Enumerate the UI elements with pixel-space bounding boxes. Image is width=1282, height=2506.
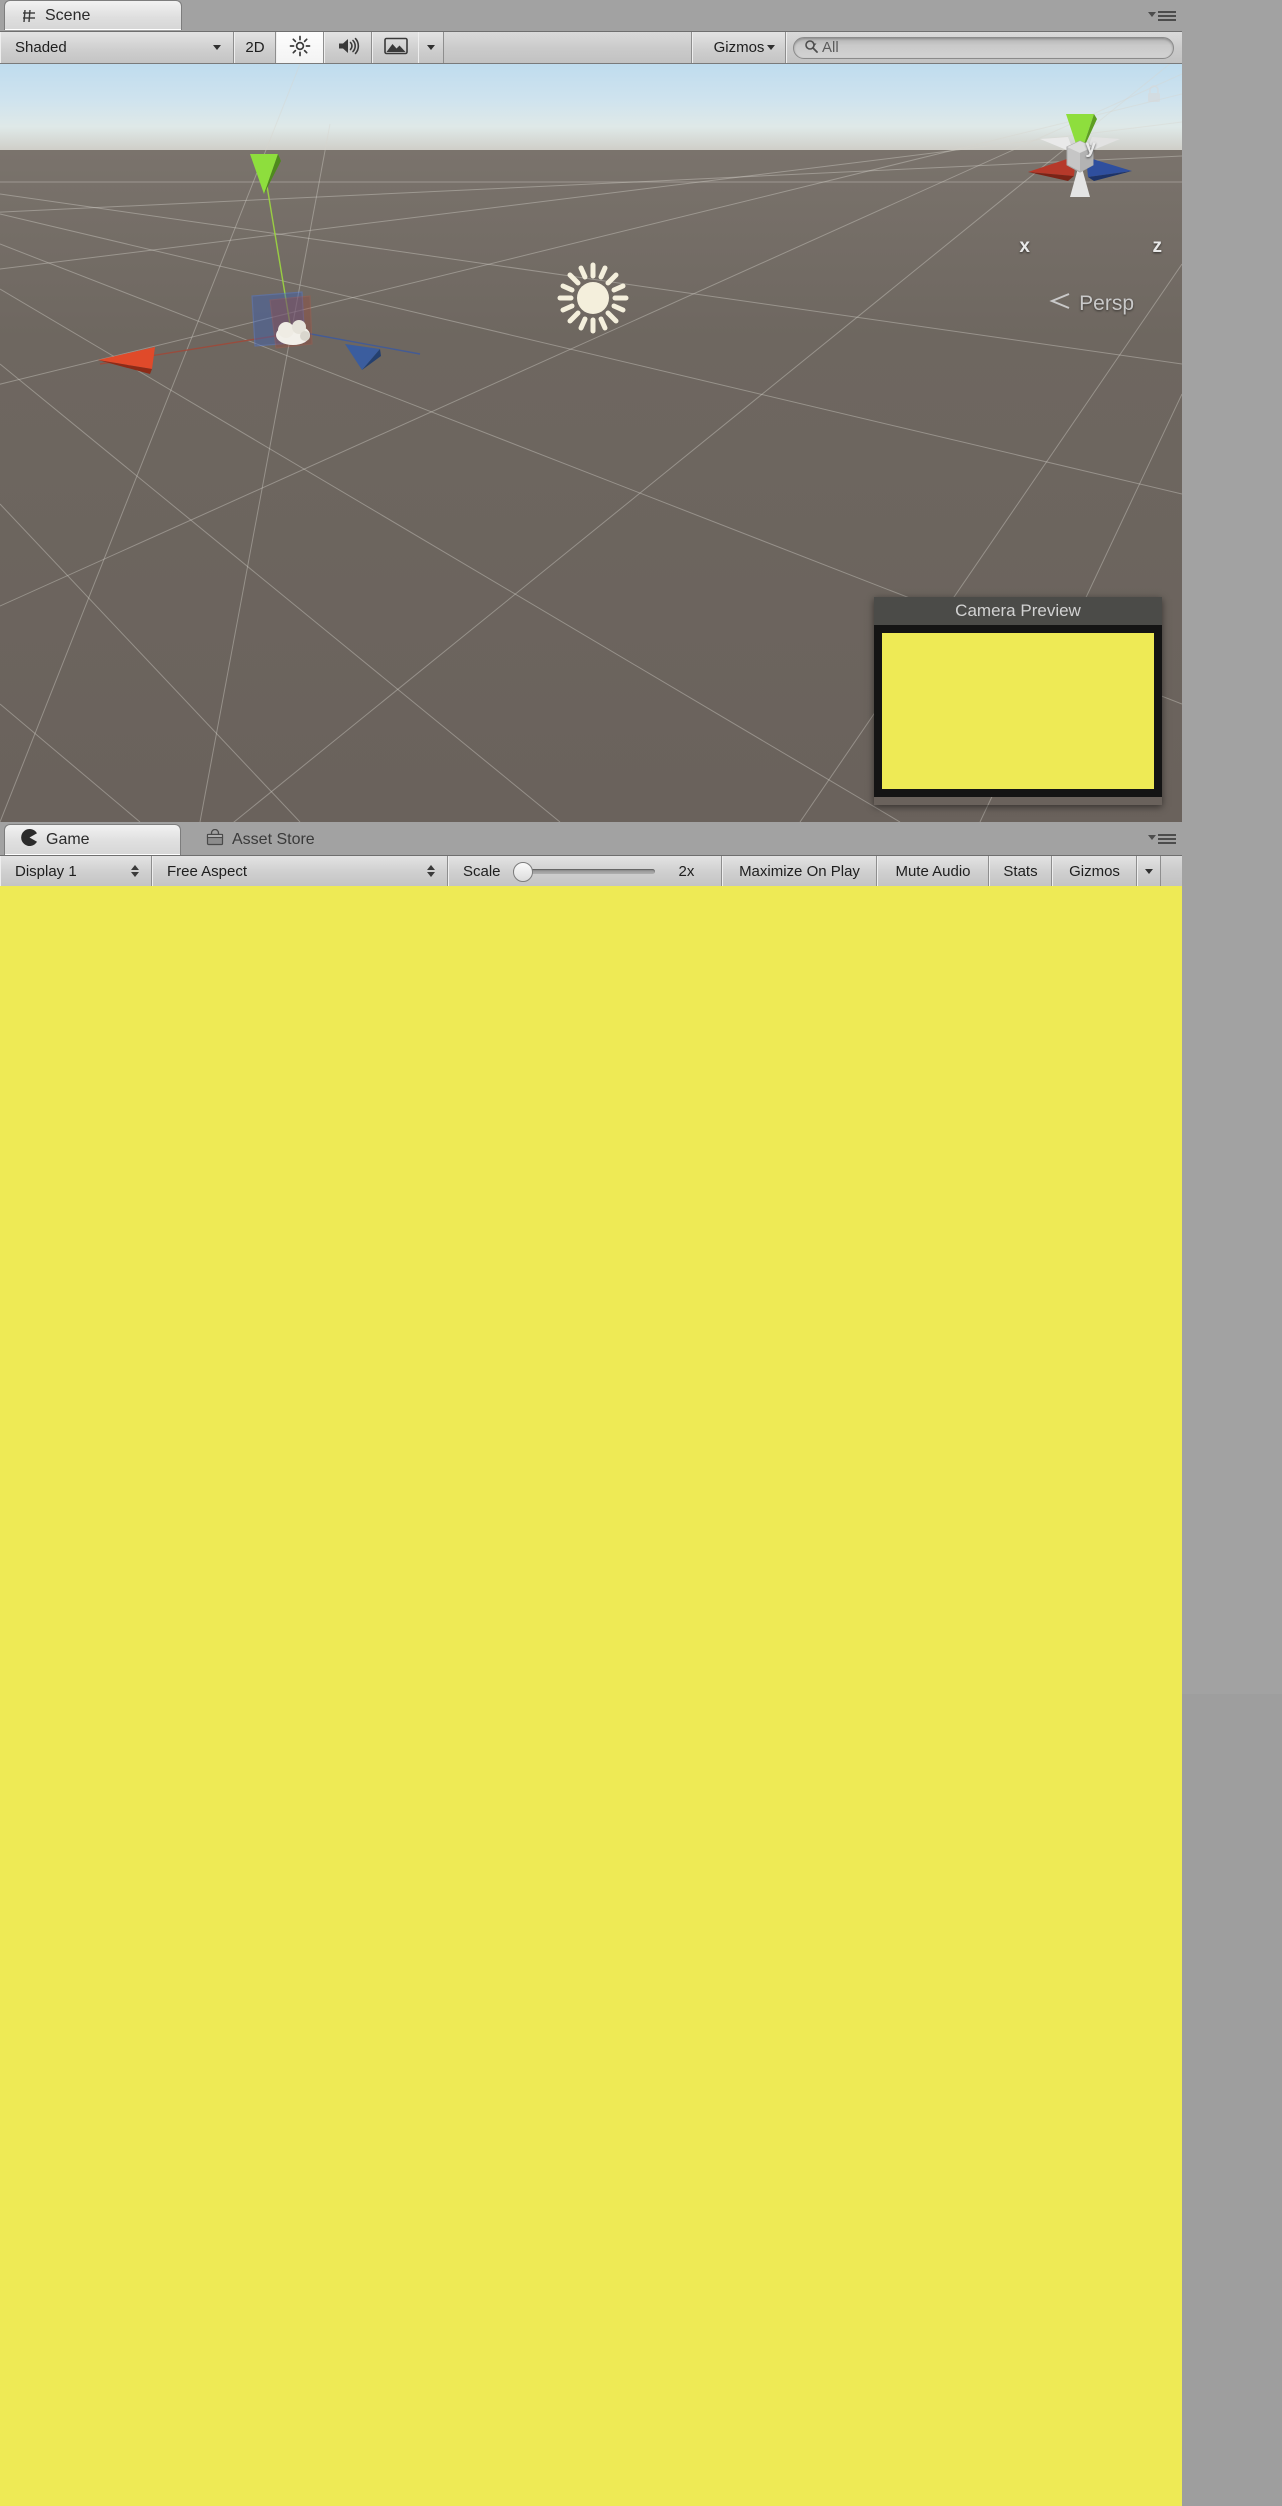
two-d-toggle-button[interactable]: 2D <box>234 32 276 63</box>
scene-orientation-gizmo[interactable] <box>1000 84 1170 234</box>
display-dropdown[interactable]: Display 1 <box>0 856 152 886</box>
scene-tabstrip: Scene <box>0 0 1182 32</box>
speaker-icon <box>336 36 360 60</box>
scale-label: Scale <box>463 862 501 880</box>
mute-audio-button[interactable]: Mute Audio <box>877 856 989 886</box>
camera-preview-title: Camera Preview <box>874 597 1162 625</box>
scene-toolbar: Shaded 2D Gizmos All <box>0 32 1182 64</box>
scene-viewport[interactable]: x y z Persp Camera Preview <box>0 64 1182 822</box>
game-panel-menu-button[interactable] <box>1148 832 1176 846</box>
scene-lighting-toggle[interactable] <box>276 32 324 63</box>
sun-light-icon <box>289 35 311 61</box>
game-viewport[interactable] <box>0 886 1182 2506</box>
tab-game[interactable]: Game <box>4 824 181 855</box>
projection-mode-label[interactable]: Persp <box>1049 292 1134 316</box>
unity-editor-window: Scene Shaded 2D Gizmos All x y z Persp C… <box>0 0 1282 2506</box>
scene-search-wrapper: All <box>786 32 1182 63</box>
scene-toolbar-spacer <box>444 32 692 63</box>
camera-preview-panel: Camera Preview <box>874 597 1162 805</box>
game-icon <box>21 829 38 851</box>
scale-slider[interactable] <box>512 861 655 882</box>
display-dropdown-label: Display 1 <box>15 862 77 880</box>
two-d-label: 2D <box>245 39 265 56</box>
scale-value: 2x <box>678 862 695 880</box>
asset-store-icon <box>206 828 224 851</box>
perspective-icon <box>1049 292 1071 316</box>
draw-mode-label: Shaded <box>15 39 67 56</box>
chevron-down-icon <box>1148 12 1156 17</box>
image-effects-icon <box>383 37 408 59</box>
lock-icon[interactable] <box>1146 84 1162 108</box>
search-icon <box>804 39 820 56</box>
scene-effects-toggle[interactable] <box>372 32 418 63</box>
chevron-down-icon <box>213 45 221 50</box>
scale-slider-group[interactable]: Scale 2x <box>448 856 722 886</box>
tab-scene[interactable]: Scene <box>4 0 182 30</box>
scene-search-placeholder: All <box>822 39 839 56</box>
game-gizmos-label: Gizmos <box>1069 862 1120 880</box>
aspect-dropdown[interactable]: Free Aspect <box>152 856 448 886</box>
updown-arrows-icon <box>130 865 139 877</box>
camera-preview-frame <box>874 625 1162 797</box>
tab-asset-store-label: Asset Store <box>232 830 315 848</box>
scale-slider-handle[interactable] <box>512 861 533 882</box>
game-gizmos-button[interactable]: Gizmos <box>1052 856 1137 886</box>
aspect-dropdown-label: Free Aspect <box>167 862 248 880</box>
scene-audio-toggle[interactable] <box>324 32 372 63</box>
chevron-down-icon <box>767 45 775 50</box>
game-tabstrip: Game Asset Store <box>0 822 1182 856</box>
projection-mode-text: Persp <box>1079 292 1134 315</box>
mute-audio-label: Mute Audio <box>895 862 971 880</box>
game-toolbar-spacer <box>1161 856 1182 886</box>
game-panel: Game Asset Store Display 1 Free Aspect S… <box>0 822 1182 2506</box>
tab-game-label: Game <box>46 831 90 848</box>
scene-panel: Scene Shaded 2D Gizmos All x y z Persp C… <box>0 0 1182 822</box>
chevron-down-icon <box>1148 835 1156 840</box>
game-gizmos-dropdown[interactable] <box>1137 856 1161 886</box>
axis-label-x: x <box>1019 236 1030 257</box>
maximize-on-play-label: Maximize On Play <box>739 862 860 880</box>
scene-search-input[interactable]: All <box>793 36 1174 59</box>
panel-menu-icon <box>1158 834 1176 844</box>
camera-preview-screen <box>882 633 1154 789</box>
scene-panel-menu-button[interactable] <box>1148 9 1176 23</box>
stats-button[interactable]: Stats <box>989 856 1052 886</box>
game-toolbar: Display 1 Free Aspect Scale 2x Maximize … <box>0 856 1182 887</box>
axis-label-z: z <box>1152 236 1163 257</box>
maximize-on-play-button[interactable]: Maximize On Play <box>722 856 877 886</box>
scene-gizmos-label: Gizmos <box>713 39 765 56</box>
stats-label: Stats <box>1003 862 1038 880</box>
scene-gizmos-dropdown[interactable]: Gizmos <box>692 32 786 63</box>
updown-arrows-icon <box>426 865 435 877</box>
scene-effects-dropdown[interactable] <box>418 32 444 63</box>
chevron-down-icon <box>1145 868 1153 874</box>
grid-icon <box>21 8 37 24</box>
sun-gizmo-icon <box>557 262 629 334</box>
chevron-down-icon <box>427 45 435 50</box>
axis-label-y: y <box>1085 137 1096 158</box>
panel-menu-icon <box>1158 11 1176 21</box>
tab-scene-label: Scene <box>45 6 91 24</box>
tab-asset-store[interactable]: Asset Store <box>190 824 380 855</box>
draw-mode-dropdown[interactable]: Shaded <box>0 32 234 63</box>
